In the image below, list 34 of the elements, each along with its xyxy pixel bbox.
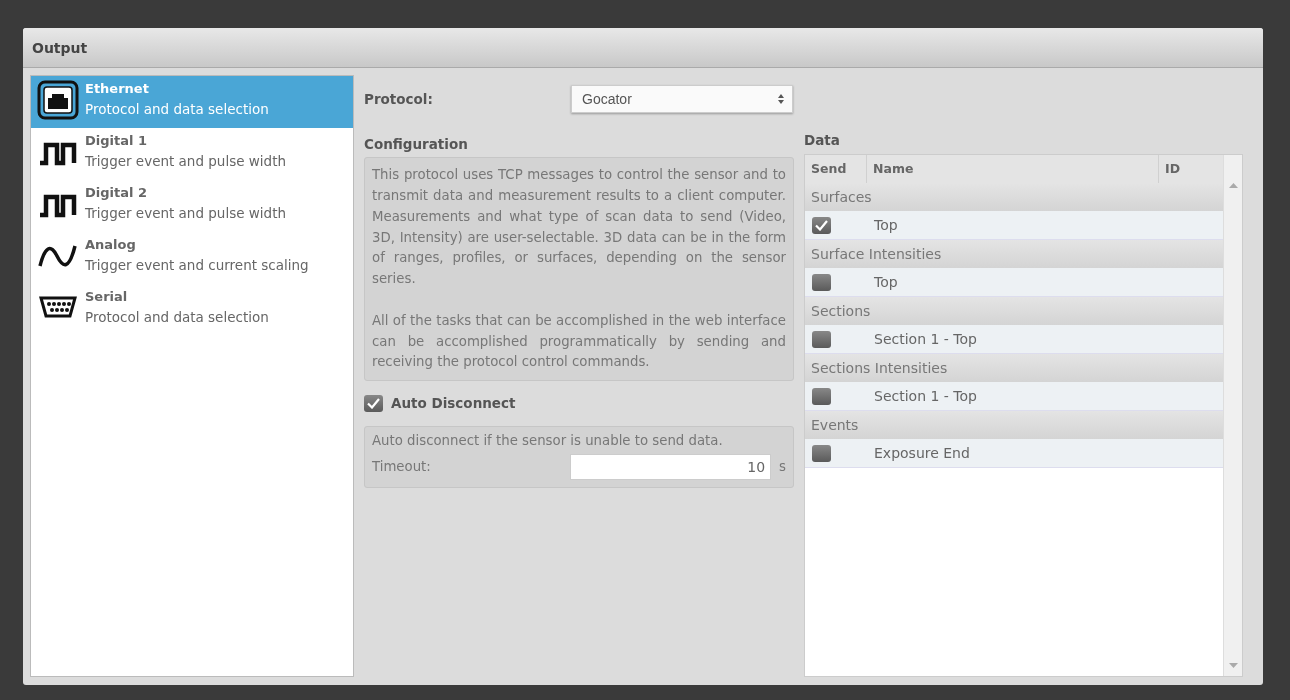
checkbox[interactable] xyxy=(812,387,831,405)
spinner-arrows-icon xyxy=(778,94,784,104)
group-header: Surfaces xyxy=(805,183,1223,212)
checkbox[interactable] xyxy=(812,330,831,348)
sidebar-item[interactable]: Digital 2 Trigger event and pulse width xyxy=(31,180,353,232)
ethernet-port-icon xyxy=(37,80,79,120)
column-header[interactable]: ID xyxy=(1159,155,1223,184)
checkbox[interactable] xyxy=(812,444,831,462)
protocol-select[interactable]: Gocator xyxy=(571,85,793,113)
sidebar-item[interactable]: Digital 1 Trigger event and pulse width xyxy=(31,128,353,180)
timeout-field[interactable]: 10 xyxy=(569,454,772,481)
table-cell-text: Top xyxy=(874,215,898,235)
checkbox[interactable] xyxy=(364,394,383,412)
unit-label: s xyxy=(779,457,786,476)
protocol-label: Protocol: xyxy=(364,89,434,109)
sidebar-item[interactable]: Serial Protocol and data selection xyxy=(31,284,353,336)
configuration-description-box: This protocol uses TCP messages to control the sensor and to transmit data and measurement results to a client computer. Measurements and what type of scan data to send (Video, 3D, Intensity) are user-selectable. 3D data can be in the form of ranges, profiles, or surfaces, depending on the sensor series. All of the tasks that can be accomplished in the web interface can be accomplished programmatically by sending and receiving the protocol control commands. xyxy=(364,157,794,382)
group-header: Sections xyxy=(805,297,1223,326)
table-cell-text: Exposure End xyxy=(874,443,970,463)
group-header: Events xyxy=(805,411,1223,440)
table-cell-text: Top xyxy=(874,272,898,292)
group-header: Sections Intensities xyxy=(805,354,1223,383)
group-header: Surface Intensities xyxy=(805,240,1223,269)
table-cell-text: Section 1 - Top xyxy=(874,386,977,406)
data-heading: Data xyxy=(804,131,841,150)
sidebar-item[interactable]: Analog Trigger event and current scaling xyxy=(31,232,353,284)
table-cell-text: Section 1 - Top xyxy=(874,329,977,349)
panel-title: Output xyxy=(23,28,1263,68)
checkbox[interactable] xyxy=(812,216,831,234)
auto-disconnect-description: Auto disconnect if the sensor is unable to send data. xyxy=(372,432,724,451)
timeout-label: Timeout: xyxy=(372,457,432,476)
auto-disconnect-label: Auto Disconnect xyxy=(391,394,516,414)
checkbox[interactable] xyxy=(812,273,831,291)
configuration-heading: Configuration xyxy=(364,135,469,154)
